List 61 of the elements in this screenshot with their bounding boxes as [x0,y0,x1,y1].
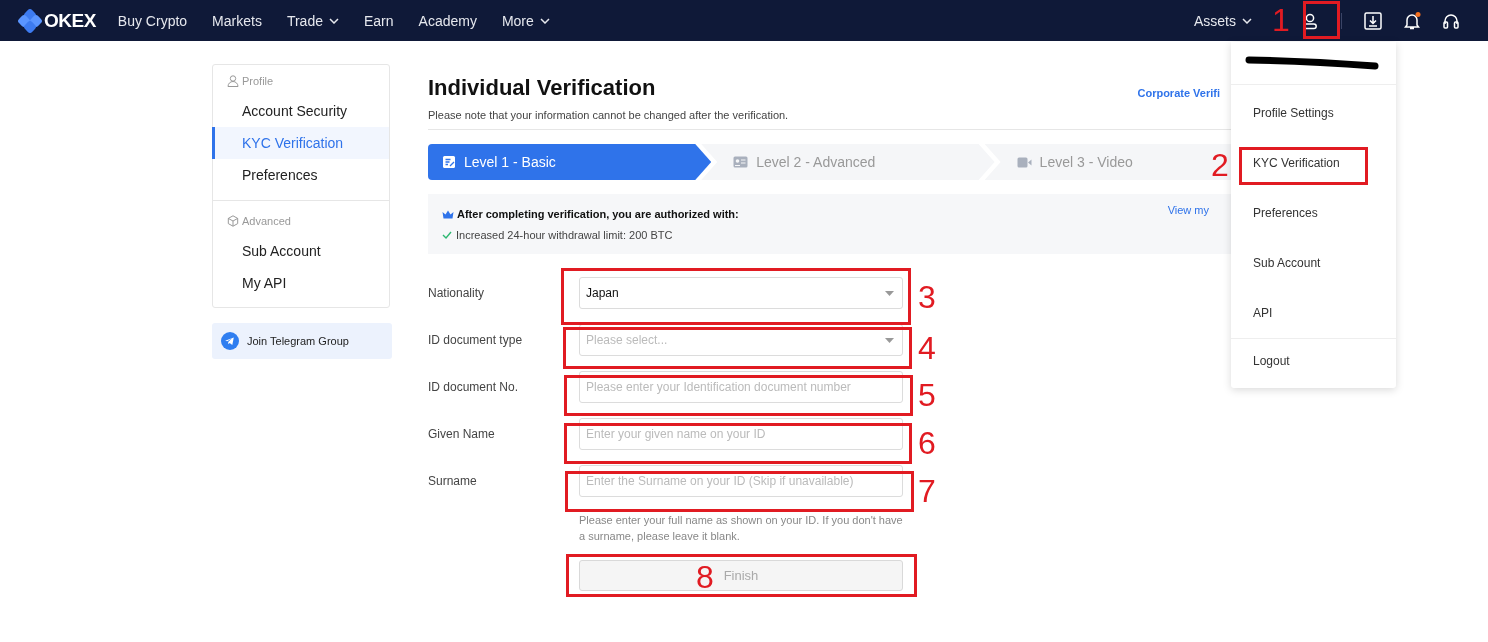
crown-icon [442,209,454,219]
view-link[interactable]: View my [1167,204,1209,216]
menu-item[interactable]: Logout [1231,339,1396,383]
form-icon [442,155,456,169]
download-icon[interactable] [1364,11,1382,30]
page-title: Individual Verification [428,75,656,101]
sidebar-item[interactable]: Sub Account [212,235,389,267]
field-label: Nationality [428,286,486,300]
caret-icon[interactable] [328,17,339,24]
annotation-number: 8 [696,561,714,593]
menu-item[interactable]: Profile Settings [1231,88,1396,138]
annotation-number: 1 [1272,4,1290,36]
sidebar-item[interactable]: KYC Verification [212,127,389,159]
sidebar-item[interactable]: My API [212,267,389,299]
field-hint: Please enter your full name as shown on your ID. If you don't have a surname, please leave it blank. [579,513,904,544]
annotation-number: 6 [918,427,936,459]
sidebar-item[interactable]: Preferences [212,159,389,191]
field-label: Given Name [428,427,496,441]
nav-link[interactable]: Earn [363,12,394,29]
caret-icon[interactable] [539,17,550,24]
corporate-link[interactable]: Corporate Verifi [1137,87,1220,99]
headset-icon[interactable] [1442,11,1460,30]
dropdown-caret-icon [885,290,894,296]
step-tab[interactable]: Level 1 - Basic [428,144,712,180]
nav-link[interactable]: Markets [212,12,262,29]
nav-link[interactable]: Trade [286,12,339,29]
benefits-heading: After completing verification, you are authorized with: [457,208,739,220]
field-label: ID document No. [428,380,520,394]
annotation-number: 2 [1211,149,1229,181]
annotation-number: 7 [918,475,936,507]
check-icon [442,231,452,239]
telegram-button[interactable]: Join Telegram Group [212,323,392,359]
select-field[interactable]: Japan [579,277,903,309]
logo-icon [18,8,42,33]
nav-link[interactable]: More [501,12,550,29]
id-card-icon [733,156,749,168]
menu-item[interactable]: API [1231,288,1396,338]
nav-link[interactable]: Academy [418,12,477,29]
cube-icon [227,215,239,227]
benefit-text: Increased 24-hour withdrawal limit: 200 BTC [456,229,673,241]
logo-text[interactable]: OKEX [44,9,96,32]
annotation-number: 4 [918,332,936,364]
section-title: Profile [242,75,274,87]
annotation-number: 5 [918,379,936,411]
nav-link[interactable]: Buy Crypto [117,12,188,29]
person-icon [227,75,239,87]
caret-icon[interactable] [1242,17,1252,24]
field-label: ID document type [428,333,524,347]
field-label: Surname [428,474,478,488]
dropdown-caret-icon [885,337,894,343]
annotation-number: 3 [918,281,936,313]
assets-menu[interactable]: Assets [1194,12,1252,29]
video-camera-icon [1016,156,1032,168]
sidebar-item[interactable]: Account Security [212,95,389,127]
telegram-icon [221,332,239,350]
annotation-frame [1303,1,1340,39]
section-title: Advanced [242,215,291,227]
menu-item[interactable]: Preferences [1231,188,1396,238]
menu-item[interactable]: Sub Account [1231,238,1396,288]
text-field[interactable]: Enter your given name on your ID [579,418,903,450]
bell-icon[interactable] [1402,10,1422,31]
